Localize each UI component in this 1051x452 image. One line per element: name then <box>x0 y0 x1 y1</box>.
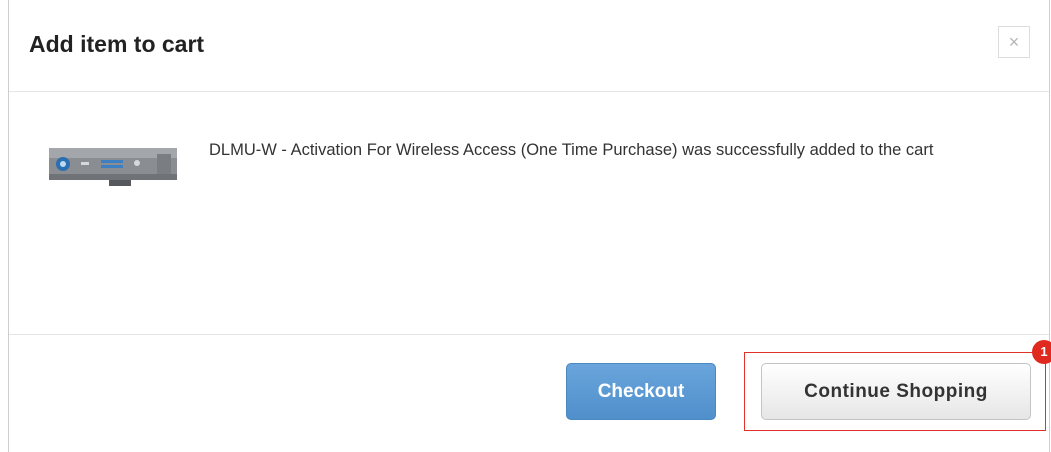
modal-body: DLMU-W - Activation For Wireless Access … <box>9 92 1049 335</box>
close-icon: × <box>1008 32 1020 52</box>
success-message: DLMU-W - Activation For Wireless Access … <box>209 141 934 159</box>
wireless-adapter-image <box>49 148 177 186</box>
checkout-button[interactable]: Checkout <box>566 363 716 420</box>
modal-footer: Checkout Continue Shopping 1 <box>9 335 1051 452</box>
close-button[interactable]: × <box>998 26 1030 58</box>
continue-shopping-button[interactable]: Continue Shopping <box>761 363 1031 420</box>
step-badge: 1 <box>1032 340 1051 364</box>
modal-header: Add item to cart × <box>9 0 1049 92</box>
add-to-cart-modal: Add item to cart × DLMU-W - Activation F… <box>8 0 1051 452</box>
modal-title: Add item to cart <box>29 31 205 57</box>
